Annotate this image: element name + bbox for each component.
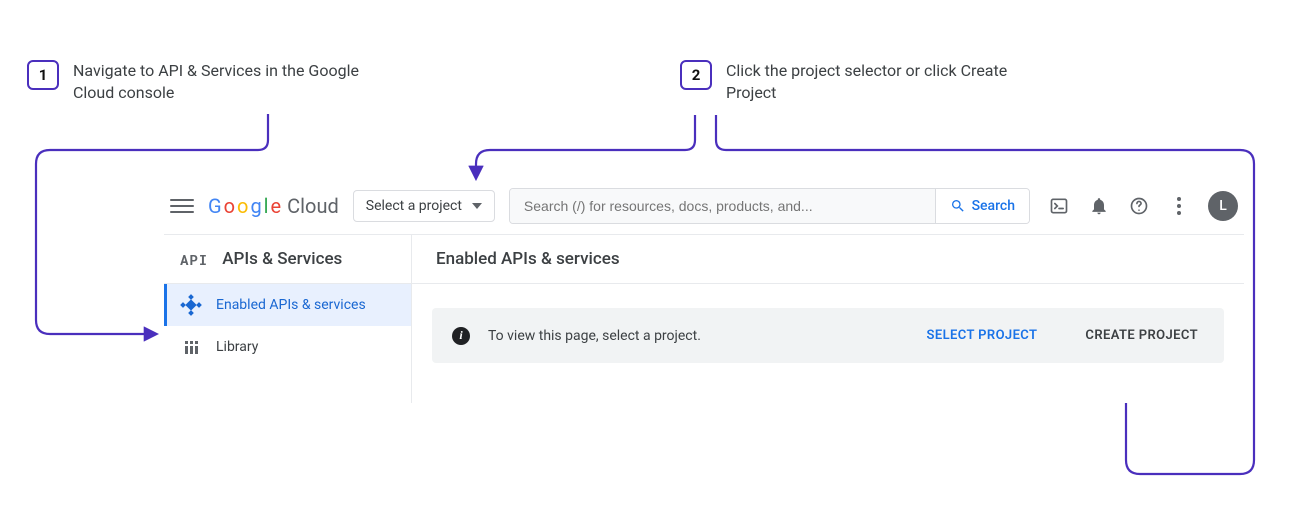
library-icon — [182, 338, 200, 356]
sidebar-item-library[interactable]: Library — [164, 326, 411, 368]
create-project-button[interactable]: CREATE PROJECT — [1079, 324, 1204, 347]
callout-1-badge: 1 — [27, 60, 59, 90]
callout-1-text: Navigate to API & Services in the Google… — [73, 60, 393, 103]
project-selector-label: Select a project — [366, 198, 462, 214]
callout-2-text: Click the project selector or click Crea… — [726, 60, 1046, 103]
cloud-shell-icon[interactable] — [1048, 195, 1070, 217]
more-options-icon[interactable] — [1168, 195, 1190, 217]
cloud-word: Cloud — [287, 194, 339, 218]
hamburger-menu-icon[interactable] — [170, 194, 194, 218]
callout-2: 2 Click the project selector or click Cr… — [680, 60, 1046, 103]
search-button-label: Search — [972, 198, 1015, 214]
notifications-icon[interactable] — [1088, 195, 1110, 217]
select-project-banner: i To view this page, select a project. S… — [432, 308, 1224, 363]
api-badge-icon: API — [180, 250, 208, 269]
search-button[interactable]: Search — [935, 189, 1029, 223]
sidebar-item-enabled-apis[interactable]: Enabled APIs & services — [164, 284, 411, 326]
google-cloud-logo[interactable]: Google Cloud — [208, 194, 339, 218]
sidebar: API APIs & Services Enabled APIs & servi… — [164, 235, 412, 403]
search-wrapper: Search — [509, 188, 1030, 224]
console-body: API APIs & Services Enabled APIs & servi… — [164, 235, 1244, 403]
console-topbar: Google Cloud Select a project Search — [164, 185, 1244, 235]
search-icon — [950, 198, 966, 214]
banner-message: To view this page, select a project. — [488, 328, 701, 344]
help-icon[interactable] — [1128, 195, 1150, 217]
page-title: Enabled APIs & services — [412, 235, 1244, 284]
callout-1: 1 Navigate to API & Services in the Goog… — [27, 60, 393, 103]
search-input[interactable] — [510, 189, 935, 223]
main-panel: Enabled APIs & services i To view this p… — [412, 235, 1244, 403]
account-avatar[interactable]: L — [1208, 191, 1238, 221]
topbar-utilities: L — [1048, 191, 1238, 221]
project-selector[interactable]: Select a project — [353, 190, 495, 222]
gcp-console: Google Cloud Select a project Search — [164, 185, 1244, 403]
callout-2-badge: 2 — [680, 60, 712, 90]
enabled-apis-icon — [182, 296, 200, 314]
sidebar-section-title: APIs & Services — [222, 249, 342, 269]
chevron-down-icon — [472, 203, 482, 209]
sidebar-section-header: API APIs & Services — [164, 235, 411, 284]
sidebar-item-label: Enabled APIs & services — [216, 297, 366, 313]
sidebar-item-label: Library — [216, 339, 258, 355]
select-project-button[interactable]: SELECT PROJECT — [921, 324, 1044, 347]
info-icon: i — [452, 327, 470, 345]
